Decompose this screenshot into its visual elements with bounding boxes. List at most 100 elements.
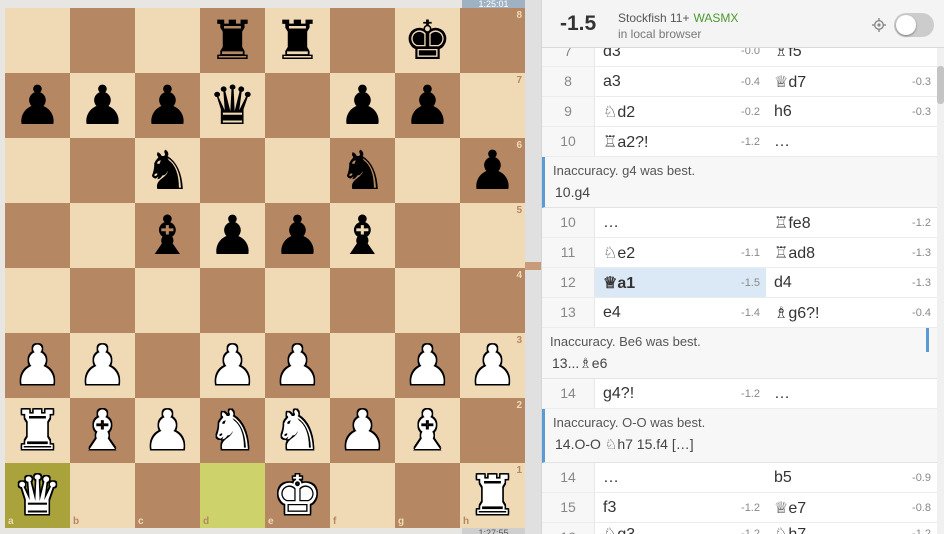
chess-board[interactable]: ♜ ♜ ♚ 8 ♟ ♟ ♟ ♛ ♟ ♟ 7 ♞ ♞ 6 ♟ ♝ ♟ ♟ ♝ 5 4 ♟ ♟ ♟ ♟ ♟ 3 ♟ ♜ ♝ ♟ ♞ ♞ ♟ ♝ 2 a ♛ b c… [5,8,525,528]
square-e7[interactable] [265,73,330,138]
move-black[interactable]: d4 -1.3 [766,268,937,297]
square-b3[interactable]: ♟ [70,333,135,398]
comment-variation[interactable]: 13...♗e6 [542,349,937,378]
scrollbar-thumb[interactable] [937,66,944,104]
square-f6[interactable]: ♞ [330,138,395,203]
move-black[interactable]: ♗g6?! -0.4 [766,298,937,327]
black-bishop-icon[interactable]: ♝ [135,203,200,268]
square-e3[interactable]: ♟ [265,333,330,398]
white-bishop-icon[interactable]: ♝ [395,398,460,463]
square-c2[interactable]: ♟ [135,398,200,463]
square-e5[interactable]: ♟ [265,203,330,268]
square-h2[interactable]: 2 [460,398,525,463]
white-pawn-icon[interactable]: ♟ [265,333,330,398]
move-white[interactable]: ♕a1 -1.5 [595,268,766,297]
move-black[interactable]: … [766,379,937,408]
move-white[interactable]: a3 -0.4 [595,67,766,96]
square-b4[interactable] [70,268,135,333]
square-g6[interactable] [395,138,460,203]
white-bishop-icon[interactable]: ♝ [70,398,135,463]
square-d2[interactable]: ♞ [200,398,265,463]
square-b5[interactable] [70,203,135,268]
square-d1[interactable]: d [200,463,265,528]
move-white[interactable]: d3 -0.0 [595,48,766,66]
square-g1[interactable]: g [395,463,460,528]
move-black[interactable]: b5 -0.9 [766,463,937,492]
crosshair-icon[interactable] [872,18,886,32]
white-pawn-icon[interactable]: ♟ [70,333,135,398]
move-white[interactable]: … [595,463,766,492]
square-e1[interactable]: e ♚ [265,463,330,528]
move-white[interactable]: f3 -1.2 [595,493,766,522]
square-g8[interactable]: ♚ [395,8,460,73]
square-f3[interactable] [330,333,395,398]
square-a7[interactable]: ♟ [5,73,70,138]
move-black[interactable]: … [766,127,937,156]
black-pawn-icon[interactable]: ♟ [395,73,460,138]
square-e4[interactable] [265,268,330,333]
comment-variation[interactable]: 14.O-O ♘h7 15.f4 […] [545,430,937,459]
move-white[interactable]: e4 -1.4 [595,298,766,327]
white-pawn-icon[interactable]: ♟ [395,333,460,398]
white-king-icon[interactable]: ♚ [265,463,330,528]
square-c3[interactable] [135,333,200,398]
black-king-icon[interactable]: ♚ [395,8,460,73]
black-pawn-icon[interactable]: ♟ [200,203,265,268]
black-pawn-icon[interactable]: ♟ [5,73,70,138]
move-black[interactable]: h6 -0.3 [766,97,937,126]
square-g4[interactable] [395,268,460,333]
move-black[interactable]: ♗f5 [766,48,937,66]
square-c1[interactable]: c [135,463,200,528]
square-h6[interactable]: 6 ♟ [460,138,525,203]
move-white[interactable]: ♘g3 -1.2 [595,523,766,534]
square-b8[interactable] [70,8,135,73]
move-white[interactable]: ♖a2?! -1.2 [595,127,766,156]
square-h8[interactable]: 8 [460,8,525,73]
white-pawn-icon[interactable]: ♟ [5,333,70,398]
black-rook-icon[interactable]: ♜ [200,8,265,73]
square-c7[interactable]: ♟ [135,73,200,138]
square-a6[interactable] [5,138,70,203]
black-bishop-icon[interactable]: ♝ [330,203,395,268]
square-f5[interactable]: ♝ [330,203,395,268]
move-black[interactable]: ♕e7 -0.8 [766,493,937,522]
square-e6[interactable] [265,138,330,203]
move-white[interactable]: g4?! -1.2 [595,379,766,408]
square-c8[interactable] [135,8,200,73]
square-e2[interactable]: ♞ [265,398,330,463]
black-knight-icon[interactable]: ♞ [330,138,395,203]
white-knight-icon[interactable]: ♞ [200,398,265,463]
square-f8[interactable] [330,8,395,73]
black-pawn-icon[interactable]: ♟ [330,73,395,138]
square-a1[interactable]: a ♛ [5,463,70,528]
square-f1[interactable]: f [330,463,395,528]
square-d8[interactable]: ♜ [200,8,265,73]
square-a8[interactable] [5,8,70,73]
square-c5[interactable]: ♝ [135,203,200,268]
black-pawn-icon[interactable]: ♟ [265,203,330,268]
square-d4[interactable] [200,268,265,333]
black-pawn-icon[interactable]: ♟ [70,73,135,138]
square-b7[interactable]: ♟ [70,73,135,138]
square-h1[interactable]: 1 h ♜ [460,463,525,528]
square-g2[interactable]: ♝ [395,398,460,463]
square-b6[interactable] [70,138,135,203]
square-d6[interactable] [200,138,265,203]
square-g5[interactable] [395,203,460,268]
black-queen-icon[interactable]: ♛ [200,73,265,138]
square-h7[interactable]: 7 [460,73,525,138]
white-queen-icon[interactable]: ♛ [5,463,70,528]
square-b1[interactable]: b [70,463,135,528]
square-a3[interactable]: ♟ [5,333,70,398]
white-pawn-icon[interactable]: ♟ [460,333,525,398]
black-rook-icon[interactable]: ♜ [265,8,330,73]
move-black[interactable]: ♕d7 -0.3 [766,67,937,96]
white-pawn-icon[interactable]: ♟ [330,398,395,463]
square-a5[interactable] [5,203,70,268]
move-black[interactable]: ♘h7 -1.2 [766,523,937,534]
square-f2[interactable]: ♟ [330,398,395,463]
square-g3[interactable]: ♟ [395,333,460,398]
move-white[interactable]: ♘e2 -1.1 [595,238,766,267]
black-pawn-icon[interactable]: ♟ [460,138,525,203]
square-d3[interactable]: ♟ [200,333,265,398]
